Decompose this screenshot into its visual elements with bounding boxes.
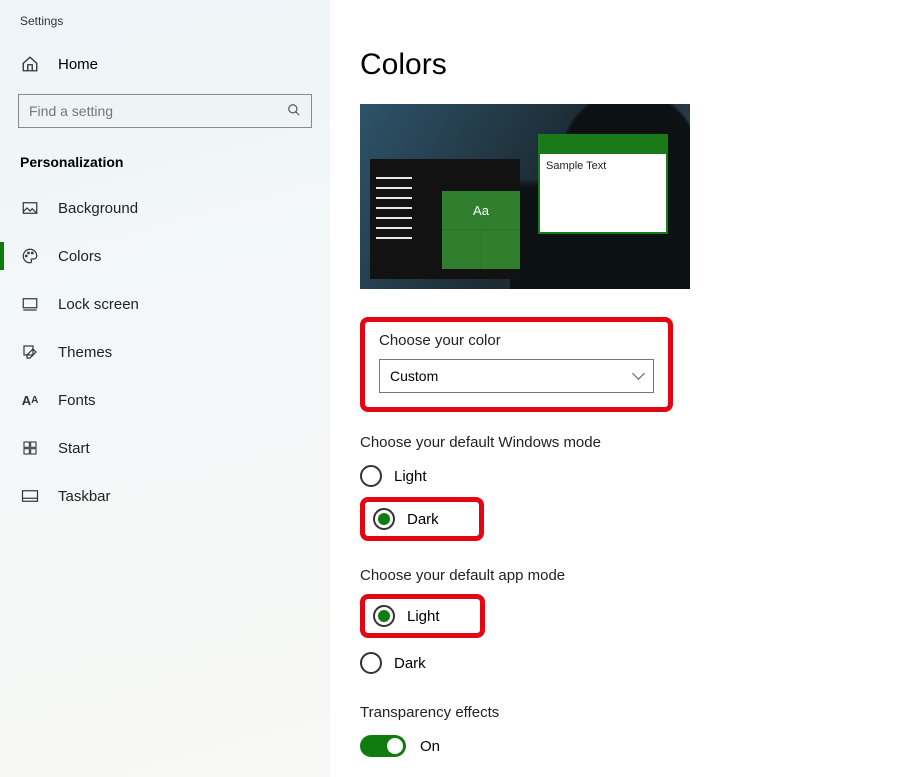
sidebar-item-label: Fonts [58,392,96,409]
app-mode-dark-option[interactable]: Dark [360,652,923,674]
windows-mode-dark-option[interactable]: Dark [373,508,439,530]
sidebar-item-themes[interactable]: Themes [0,328,330,376]
app-mode-light-option[interactable]: Light [373,605,440,627]
transparency-toggle[interactable] [360,735,406,757]
lockscreen-icon [20,294,40,314]
highlight-windows-mode-dark: Dark [360,497,484,541]
section-heading: Personalization [0,128,330,184]
taskbar-icon [20,486,40,506]
radio-label: Light [394,468,427,485]
sidebar-item-start[interactable]: Start [0,424,330,472]
preview-tiles: Aa [442,191,520,269]
choose-color-value: Custom [390,368,438,384]
radio-label: Dark [394,655,426,672]
radio-icon [360,652,382,674]
radio-label: Light [407,608,440,625]
sample-window-text: Sample Text [540,154,666,178]
radio-label: Dark [407,511,439,528]
windows-mode-light-option[interactable]: Light [360,465,923,487]
preview-start-menu: Aa [370,159,520,279]
windows-mode-label: Choose your default Windows mode [360,434,923,451]
highlight-choose-color: Choose your color Custom [360,317,673,412]
sidebar-item-fonts[interactable]: AA Fonts [0,376,330,424]
sidebar-item-taskbar[interactable]: Taskbar [0,472,330,520]
highlight-app-mode-light: Light [360,594,485,638]
home-nav[interactable]: Home [0,28,330,86]
themes-icon [20,342,40,362]
sidebar-item-colors[interactable]: Colors [0,232,330,280]
sidebar-item-label: Taskbar [58,488,111,505]
radio-icon [373,605,395,627]
sidebar: Settings Home Personalization Background… [0,0,330,777]
home-icon [20,54,40,74]
sidebar-nav: Background Colors Lock screen Themes AA … [0,184,330,520]
page-title: Colors [360,48,923,82]
sidebar-item-lockscreen[interactable]: Lock screen [0,280,330,328]
transparency-label: Transparency effects [360,704,923,721]
chevron-down-icon [634,368,643,384]
sidebar-item-label: Start [58,440,90,457]
search-icon [277,103,311,120]
sidebar-item-label: Lock screen [58,296,139,313]
search-field[interactable] [19,103,277,119]
search-input[interactable] [18,94,312,128]
home-label: Home [58,56,98,73]
choose-color-label: Choose your color [379,332,654,349]
color-preview: Aa Sample Text [360,104,690,289]
choose-color-dropdown[interactable]: Custom [379,359,654,393]
app-mode-label: Choose your default app mode [360,567,923,584]
transparency-state: On [420,738,440,755]
sidebar-item-label: Background [58,200,138,217]
main-content: Colors Aa Sample Text Choose your color … [330,0,923,777]
preview-tile-aa: Aa [442,191,520,229]
fonts-icon: AA [20,390,40,410]
window-title: Settings [0,0,330,28]
image-icon [20,198,40,218]
sidebar-item-background[interactable]: Background [0,184,330,232]
sidebar-item-label: Themes [58,344,112,361]
preview-sample-window: Sample Text [538,134,668,234]
palette-icon [20,246,40,266]
radio-icon [373,508,395,530]
start-icon [20,438,40,458]
radio-icon [360,465,382,487]
sidebar-item-label: Colors [58,248,101,265]
